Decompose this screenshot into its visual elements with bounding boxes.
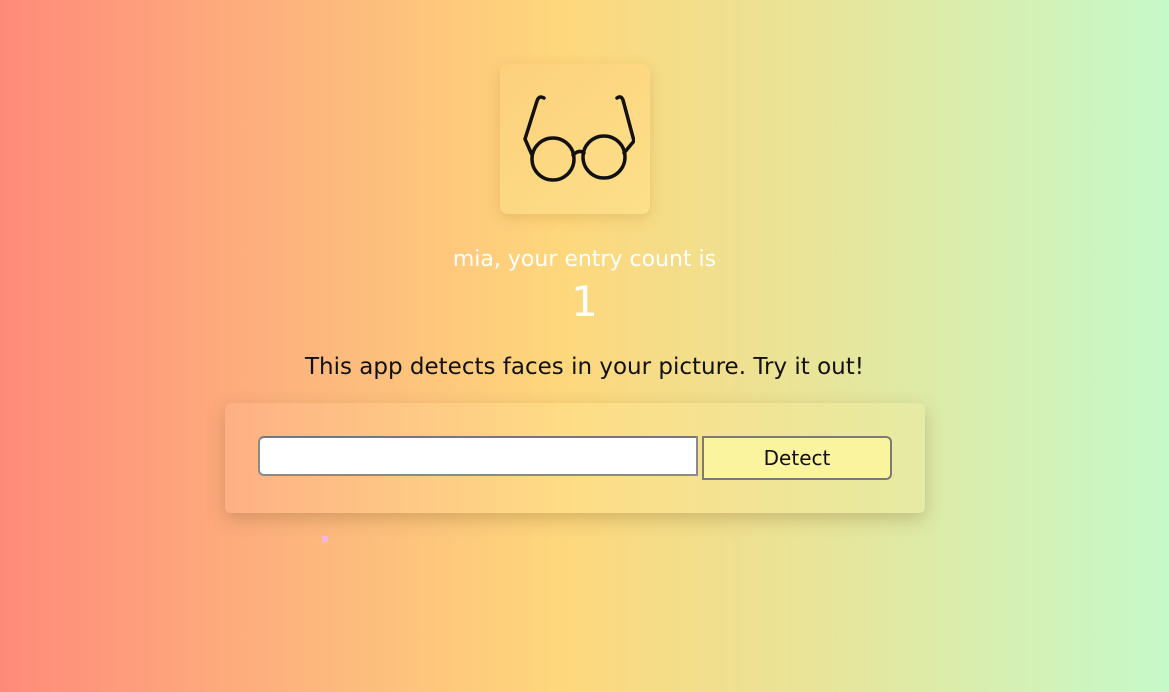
entry-count-value: 1 bbox=[571, 277, 598, 326]
glasses-icon bbox=[523, 95, 635, 182]
app-description: This app detects faces in your picture. … bbox=[305, 354, 864, 380]
face-box-marker bbox=[322, 536, 328, 542]
image-link-form: Detect bbox=[225, 403, 925, 513]
logo-card[interactable] bbox=[500, 64, 650, 214]
image-url-input[interactable] bbox=[258, 436, 698, 476]
detect-button[interactable]: Detect bbox=[702, 436, 892, 480]
entry-count-label: mia, your entry count is bbox=[452, 247, 717, 272]
